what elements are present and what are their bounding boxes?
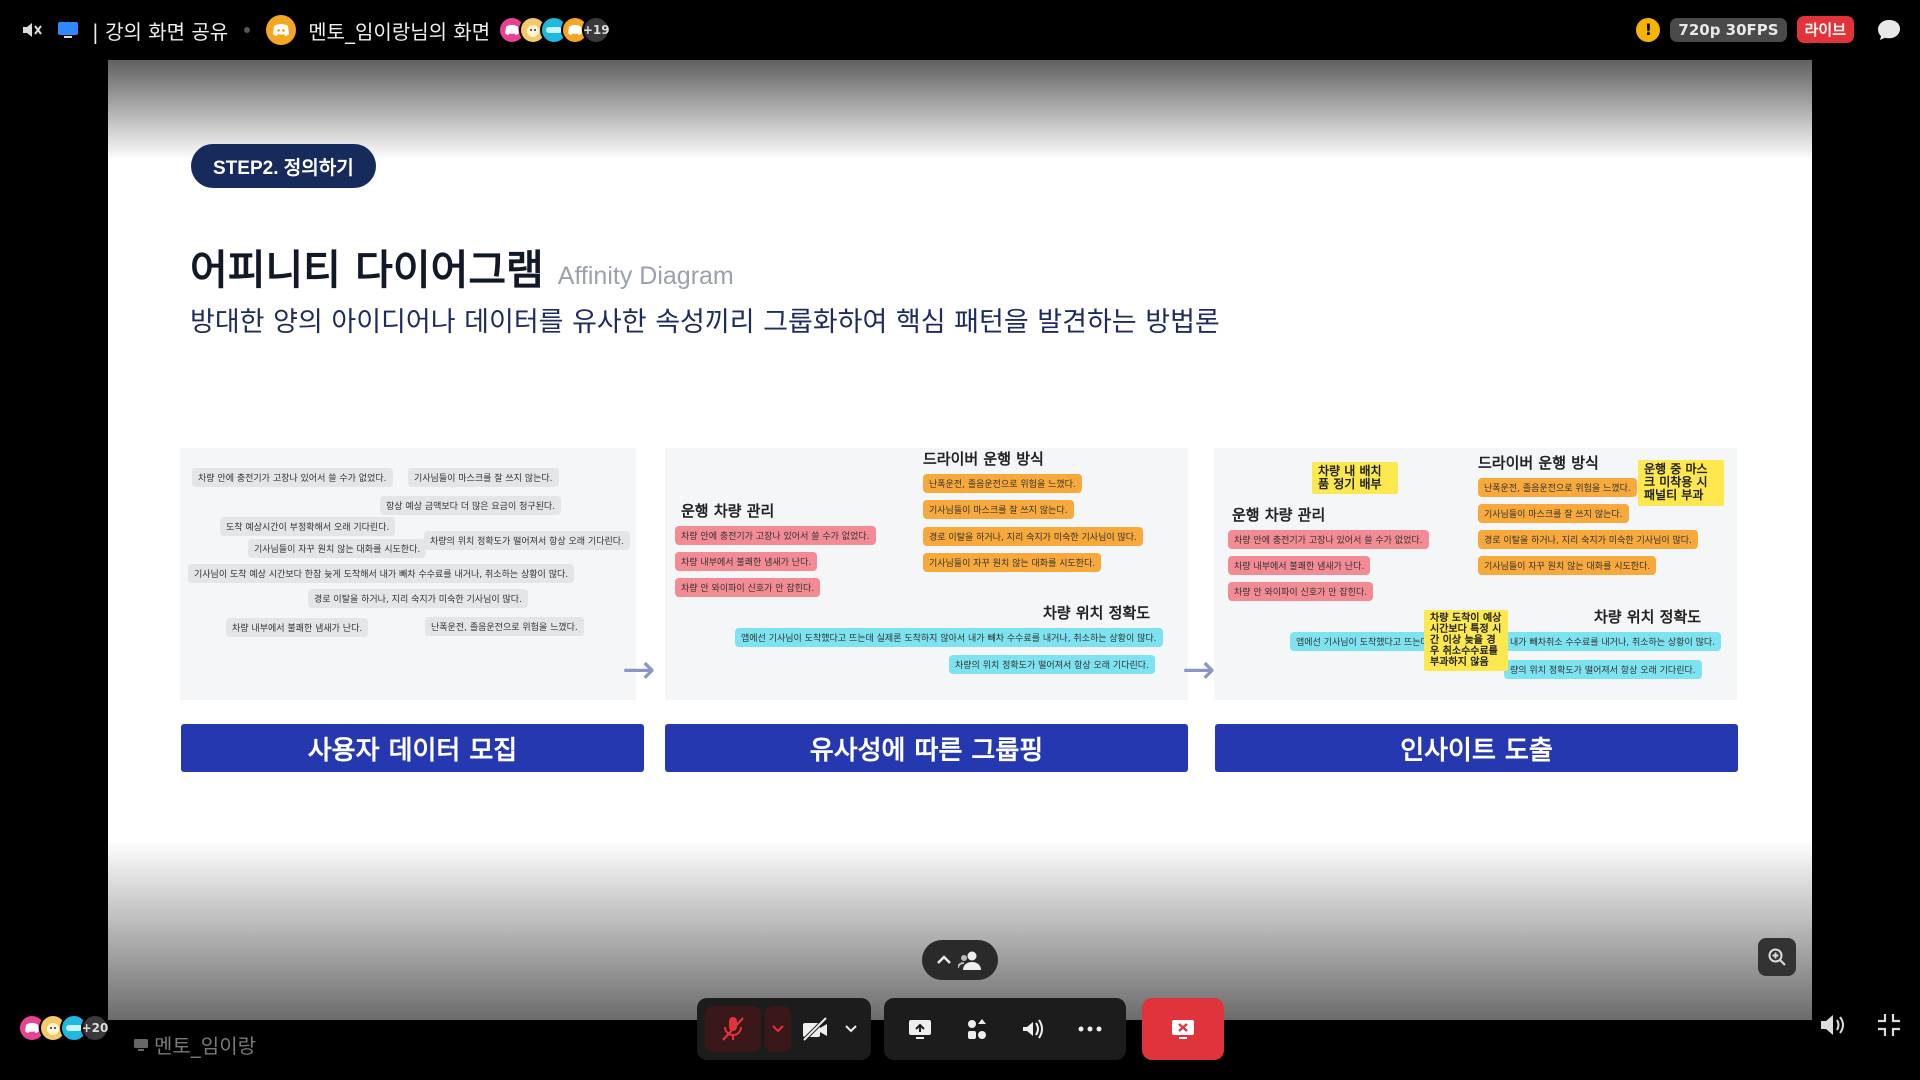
share-screen-icon — [907, 1017, 933, 1041]
mic-off-icon — [720, 1015, 746, 1043]
group-title-vehicle: 운행 차량 관리 — [1232, 506, 1326, 524]
group-title-driver: 드라이버 운행 방식 — [923, 450, 1044, 468]
live-badge: 라이브 — [1796, 16, 1854, 43]
group-title-location: 차량 위치 정확도 — [1594, 608, 1702, 626]
sticky-note: 기사님들이 자꾸 원치 않는 대화를 시도한다. — [248, 539, 427, 558]
separator-dot — [244, 27, 251, 33]
sticky-note: 기사님들이 마스크를 잘 쓰지 않는다. — [408, 468, 559, 487]
sticky-note: 차량 내부에서 불쾌한 냄새가 난다. — [675, 552, 818, 571]
stream-status: ! 720p 30FPS 라이브 — [1636, 16, 1902, 43]
sticky-note: 난폭운전, 졸음운전으로 위험을 느꼈다. — [425, 617, 584, 636]
sticky-note: 기사님들이 자꾸 원치 않는 대화를 시도한다. — [1478, 556, 1657, 575]
group-title-vehicle: 운행 차량 관리 — [681, 502, 775, 520]
step-label-collect: 사용자 데이터 모집 — [181, 724, 644, 772]
sticky-note: 차량 안 와이파이 신호가 안 잡힌다. — [675, 578, 821, 597]
discord-icon — [266, 15, 297, 45]
share-screen-button[interactable] — [896, 1006, 944, 1052]
slide-title: 어피니티 다이어그램 Affinity Diagram — [190, 236, 734, 296]
camera-options-button[interactable] — [839, 1006, 863, 1052]
zoom-in-icon[interactable] — [1758, 938, 1796, 976]
sticky-note: 량의 위치 정확도가 떨어져서 항상 오래 기다린다. — [1504, 660, 1702, 679]
sticky-note: 차량 내부에서 불쾌한 냄새가 난다. — [226, 618, 369, 637]
presenter-name-tag: 멘토_임이랑 — [134, 1030, 256, 1059]
camera-toggle-button[interactable] — [791, 1006, 839, 1052]
more-icon — [1078, 1026, 1102, 1032]
sticky-note: 경로 이탈을 하거나, 지리 숙지가 미숙한 기사님이 많다. — [1478, 530, 1698, 549]
insight-note-eta: 차량 도착이 예상 시간보다 특정 시간 이상 늦을 경우 취소수수료를 부과하… — [1424, 610, 1508, 671]
audio-video-controls — [697, 998, 871, 1060]
sticky-note: 경로 이탈을 하거나, 지리 숙지가 미숙한 기사님이 많다. — [923, 527, 1143, 546]
shared-screen: STEP2. 정의하기 어피니티 다이어그램 Affinity Diagram … — [108, 60, 1812, 1020]
people-icon — [958, 949, 984, 971]
sticky-note: 난폭운전, 졸음운전으로 위험을 느꼈다. — [1478, 478, 1637, 497]
panel-insights: 드라이버 운행 방식 난폭운전, 졸음운전으로 위험을 느꼈다. 기사님들이 마… — [1214, 448, 1737, 700]
volume-icon[interactable] — [1818, 1012, 1846, 1038]
title-english: Affinity Diagram — [557, 262, 734, 290]
call-actions — [884, 998, 1126, 1060]
viewer-more-count[interactable]: +19 — [582, 16, 611, 44]
mic-options-button[interactable] — [765, 1006, 791, 1052]
group-title-location: 차량 위치 정확도 — [1043, 604, 1151, 622]
participants-toggle[interactable] — [922, 940, 998, 980]
step-label-group: 유사성에 따른 그룹핑 — [665, 724, 1188, 772]
stream-top-bar: | 강의 화면 공유 멘토_임이랑님의 화면 +19 ! 720p 30FPS … — [0, 0, 1920, 60]
step-badge: STEP2. 정의하기 — [191, 144, 376, 188]
more-options-button[interactable] — [1066, 1006, 1114, 1052]
sticky-note: 차량의 위치 정확도가 떨어져서 항상 오래 기다린다. — [949, 655, 1155, 674]
sticky-note: 차량 안에 충전기가 고장나 있어서 쓸 수가 없었다. — [675, 526, 876, 545]
sticky-note: 차량의 위치 정확도가 떨어져서 항상 오래 기다린다. — [424, 531, 630, 550]
chevron-down-icon — [772, 1025, 784, 1033]
group-title-driver: 드라이버 운행 방식 — [1478, 454, 1599, 472]
view-controls — [1818, 1012, 1902, 1038]
step-label-insight: 인사이트 도출 — [1215, 724, 1738, 772]
sticky-note: 항상 예상 금액보다 더 많은 요금이 청구된다. — [380, 496, 562, 515]
sticky-note: 차량 안에 충전기가 고장나 있어서 쓸 수가 없었다. — [1228, 530, 1429, 549]
soundboard-icon — [1020, 1017, 1046, 1041]
activities-icon — [965, 1017, 989, 1041]
quality-badge: 720p 30FPS — [1670, 17, 1787, 42]
warning-icon[interactable]: ! — [1636, 17, 1661, 42]
sticky-note: 내가 빼차취소 수수료를 내거나, 취소하는 상황이 많다. — [1504, 632, 1722, 651]
mic-toggle-button[interactable] — [705, 1006, 761, 1052]
participant-more-count[interactable]: +20 — [81, 1014, 109, 1042]
sticky-note: 난폭운전, 졸음운전으로 위험을 느꼈다. — [923, 474, 1082, 493]
leave-call-button[interactable] — [1142, 998, 1224, 1060]
chevron-down-icon — [845, 1025, 857, 1033]
slide-subtitle: 방대한 양의 아이디어나 데이터를 유사한 속성끼리 그룹화하여 핵심 패턴을 … — [190, 307, 1220, 338]
screen-share-icon — [56, 18, 80, 42]
step-arrow: → — [622, 647, 656, 693]
activities-button[interactable] — [953, 1006, 1001, 1052]
sticky-note: 앱에선 기사님이 도착했다고 뜨는데 실제론 도착하지 않아서 내가 빼차 수수… — [735, 628, 1163, 647]
panel-data-collection: 차량 안에 충전기가 고장나 있어서 쓸 수가 없었다. 기사님들이 마스크를 … — [180, 448, 636, 700]
shade-bottom — [108, 840, 1812, 1020]
title-korean: 어피니티 다이어그램 — [190, 246, 544, 294]
chevron-up-icon — [936, 954, 952, 966]
screen-share-icon — [134, 1038, 148, 1051]
sticky-note: 차량 안에 충전기가 고장나 있어서 쓸 수가 없었다. — [192, 468, 393, 487]
presenter-name: 멘토_임이랑 — [154, 1034, 256, 1058]
sticky-note: 기사님들이 자꾸 원치 않는 대화를 시도한다. — [923, 553, 1102, 572]
speaker-muted-icon[interactable] — [20, 18, 44, 42]
sticky-note: 경로 이탈을 하거나, 지리 숙지가 미숙한 기사님이 많다. — [308, 589, 528, 608]
participant-avatars: +20 — [18, 1014, 109, 1042]
soundboard-button[interactable] — [1009, 1006, 1057, 1052]
sticky-note: 기사님들이 마스크를 잘 쓰지 않는다. — [1478, 504, 1629, 523]
camera-off-icon — [801, 1017, 829, 1041]
stream-title: 멘토_임이랑님의 화면 — [308, 19, 491, 44]
sticky-note: 차량 내부에서 불쾌한 냄새가 난다. — [1228, 556, 1371, 575]
sticky-note: 도착 예상시간이 부정확해서 오래 기다린다. — [220, 517, 396, 536]
collapse-icon[interactable] — [1876, 1012, 1902, 1038]
channel-label: | 강의 화면 공유 — [92, 19, 229, 44]
shade-top — [108, 60, 1812, 160]
leave-call-icon — [1170, 1017, 1196, 1041]
insight-note-vehicle: 차량 내 배치품 정기 배부 — [1312, 462, 1398, 495]
insight-note-mask: 운행 중 마스크 미착용 시 패널티 부과 — [1638, 460, 1724, 506]
sticky-note: 기사님들이 마스크를 잘 쓰지 않는다. — [923, 500, 1074, 519]
sticky-note: 차량 안 와이파이 신호가 안 잡힌다. — [1228, 582, 1374, 601]
step-arrow: → — [1182, 647, 1216, 693]
chat-bubble-icon[interactable] — [1876, 18, 1902, 42]
sticky-note: 기사님이 도착 예상 시간보다 한참 늦게 도착해서 내가 빼차 수수료를 내거… — [188, 564, 575, 583]
panel-grouping: 드라이버 운행 방식 난폭운전, 졸음운전으로 위험을 느꼈다. 기사님들이 마… — [665, 448, 1188, 700]
sticky-note: 앱에선 기사님이 도착했다고 뜨는데 실 — [1290, 632, 1446, 651]
